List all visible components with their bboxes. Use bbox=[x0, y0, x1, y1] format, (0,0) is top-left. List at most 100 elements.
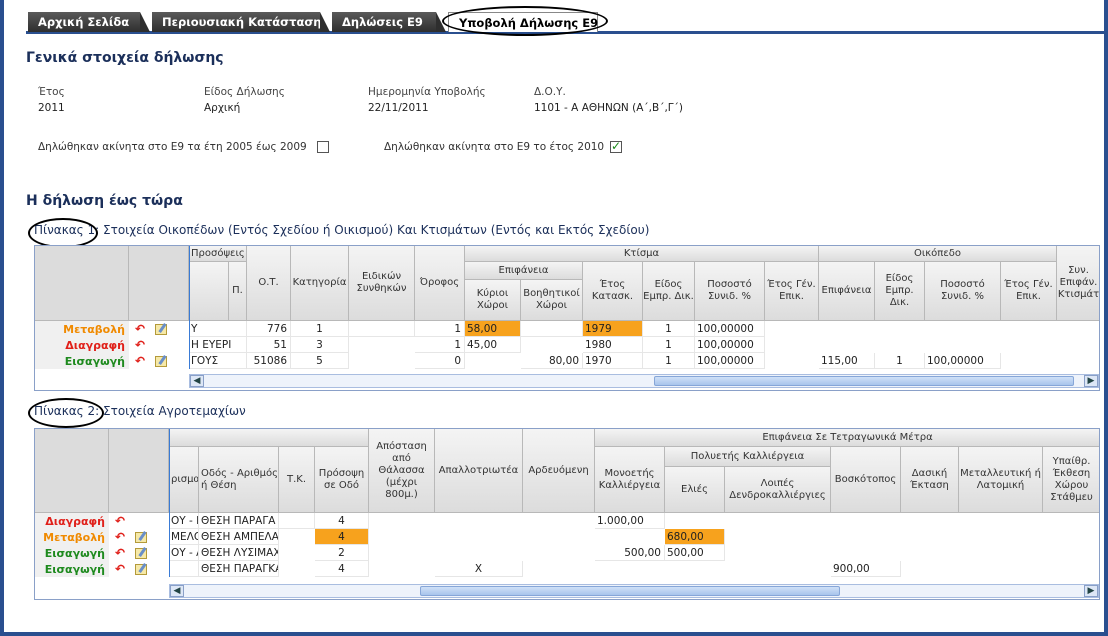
date-label: Ημερομηνία Υποβολής bbox=[368, 86, 486, 98]
t2-hdr-rism: ρισμα bbox=[169, 447, 199, 513]
t2-hdr-elies: Ελιές bbox=[665, 467, 725, 513]
t1-hdr-kirioi: Κύριοι Χώροι bbox=[465, 280, 521, 321]
edit-icon[interactable] bbox=[155, 323, 168, 335]
t2-r2-pros: 4 bbox=[315, 529, 369, 545]
t1-r2-pos: 100,00000 bbox=[695, 337, 765, 353]
t2-r4-odos: ΘΕΣΗ ΠΑΡΑΓΚΑ bbox=[199, 561, 279, 577]
tab-e9-declarations[interactable]: Δηλώσεις Ε9 bbox=[332, 12, 446, 32]
t2-hdr-voskot: Βοσκότοπος bbox=[831, 447, 901, 513]
t2-r1-odos: ΘΕΣΗ ΠΑΡΑΓΑ bbox=[199, 513, 279, 529]
t1-hdr-eidikon: Ειδικών Συνθηκών bbox=[349, 246, 415, 321]
undo-icon[interactable]: ↶ bbox=[135, 322, 145, 336]
undo-icon[interactable]: ↶ bbox=[115, 530, 125, 544]
t1-r2-eidos: 1 bbox=[643, 337, 695, 353]
t2-r1-tk bbox=[279, 513, 315, 529]
t1-r1-c1: Υ bbox=[189, 321, 247, 337]
t1-hdr-prosopseis-a bbox=[189, 262, 229, 321]
general-title: Γενικά στοιχεία δήλωσης bbox=[26, 50, 224, 66]
t1-hdr-voith: Βοηθητικοί Χώροι bbox=[521, 280, 583, 321]
t1-r2-kat: 3 bbox=[291, 337, 349, 353]
t2-hdr-metall: Μεταλλευτική ή Λατομική bbox=[959, 447, 1043, 513]
t1-hdr-oikopedo: Οικόπεδο bbox=[819, 246, 1057, 262]
scroll-right-icon[interactable]: ▶ bbox=[1084, 375, 1098, 387]
check-2005-2009[interactable] bbox=[317, 141, 329, 153]
t1-frozen-divider bbox=[189, 246, 190, 369]
t1-row3-action: Εισαγωγή bbox=[35, 353, 129, 369]
check-2010[interactable] bbox=[610, 139, 622, 153]
t2-r1-c1: ΟΥ - Κ. bbox=[169, 513, 199, 529]
scroll-left-icon[interactable]: ◀ bbox=[170, 585, 184, 597]
t2-r4-pros: 4 bbox=[315, 561, 369, 577]
undo-icon[interactable]: ↶ bbox=[135, 338, 145, 352]
t1-r1-pos: 100,00000 bbox=[695, 321, 765, 337]
t2-row1-action: Διαγραφή bbox=[35, 513, 109, 529]
t1-r2-c1: Η ΕΥΕΡΙ bbox=[189, 337, 247, 353]
sofar-title: Η δήλωση έως τώρα bbox=[26, 193, 183, 209]
t1-hdr-etos-kat: Έτος Κατασκ. bbox=[583, 262, 643, 321]
edit-icon[interactable] bbox=[135, 547, 148, 559]
t1-hdr-etos2: Έτος Γέν. Επικ. bbox=[1001, 262, 1057, 321]
t2-frozen-divider bbox=[169, 429, 170, 577]
edit-icon[interactable] bbox=[155, 355, 168, 367]
t1-r1-eid bbox=[349, 321, 415, 337]
t1-r1-etos: 1979 bbox=[583, 321, 643, 337]
t1-r2-ot: 51 bbox=[247, 337, 291, 353]
t2-hdr-odos: Οδός - Αριθμός ή Θέση bbox=[199, 447, 279, 513]
t1-hdr-pososto: Ποσοστό Συνιδ. % bbox=[695, 262, 765, 321]
t1-hdr-icons bbox=[129, 246, 189, 321]
t2-hdr-tk: Τ.Κ. bbox=[279, 447, 315, 513]
t1-r2-kirioi: 45,00 bbox=[465, 337, 521, 353]
t1-hscrollbar[interactable]: ◀ ▶ bbox=[189, 374, 1099, 388]
tab-home[interactable]: Αρχική Σελίδα bbox=[28, 12, 150, 32]
edit-icon[interactable] bbox=[135, 563, 148, 575]
undo-icon[interactable]: ↶ bbox=[115, 514, 125, 528]
doy-value: 1101 - Α ΑΘΗΝΩΝ (Α΄,Β΄,Γ΄) bbox=[534, 102, 683, 114]
t1-r1-orofos: 1 bbox=[415, 321, 465, 337]
t2-r3-c1: ΟΥ - Λ bbox=[169, 545, 199, 561]
scroll-left-icon[interactable]: ◀ bbox=[190, 375, 204, 387]
highlight-oval bbox=[442, 6, 608, 36]
t2-hdr-ardev: Αρδευόμενη bbox=[523, 429, 595, 513]
t2-hdr-dasiki: Δασική Έκταση bbox=[901, 447, 959, 513]
t2-r1-pros: 4 bbox=[315, 513, 369, 529]
t1-hdr-pos2: Ποσοστό Συνιδ. % bbox=[925, 262, 1001, 321]
undo-icon[interactable]: ↶ bbox=[135, 354, 145, 368]
year-value: 2011 bbox=[38, 102, 65, 114]
t2-hdr-icons bbox=[109, 429, 169, 513]
t1-r3-kat: 5 bbox=[291, 353, 349, 369]
t2-hdr-polyeteis: Πολυετής Καλλιέργεια bbox=[665, 447, 831, 467]
t2-hdr-prosopsi: Πρόσοψη σε Οδό bbox=[315, 447, 369, 513]
table2-grid: ρισμα Οδός - Αριθμός ή Θέση Τ.Κ. Πρόσοψη… bbox=[34, 428, 1100, 600]
t1-r1-ot: 776 bbox=[247, 321, 291, 337]
table1-caption: Πίνακας 1: Στοιχεία Οικοπέδων (Εντός Σχε… bbox=[34, 223, 650, 237]
t2-r4-apall: Χ bbox=[435, 561, 523, 577]
t1-r3-pos2: 100,00000 bbox=[925, 353, 1001, 369]
t2-r4-vosk: 900,00 bbox=[831, 561, 901, 577]
tab-property-status[interactable]: Περιουσιακή Κατάσταση bbox=[152, 12, 330, 32]
edit-icon[interactable] bbox=[135, 531, 148, 543]
t2-r2-c1: ΜΕΛΟΙ bbox=[169, 529, 199, 545]
undo-icon[interactable]: ↶ bbox=[115, 562, 125, 576]
t2-hdr-blank bbox=[169, 429, 369, 447]
table1-grid: Προσόψεις Π. Ο.Τ. Κατηγορία Ειδικών Συνθ… bbox=[34, 245, 1100, 391]
t2-row3-action: Εισαγωγή bbox=[35, 545, 109, 561]
undo-icon[interactable]: ↶ bbox=[115, 546, 125, 560]
t1-r1-kat: 1 bbox=[291, 321, 349, 337]
t2-scroll-thumb[interactable] bbox=[420, 586, 840, 596]
t2-r3-elies: 500,00 bbox=[665, 545, 725, 561]
scroll-right-icon[interactable]: ▶ bbox=[1084, 585, 1098, 597]
t2-hdr-monoeteis: Μονοετής Καλλιέργεια bbox=[595, 447, 665, 513]
t2-row4-action: Εισαγωγή bbox=[35, 561, 109, 577]
t2-hdr-apallotr: Απαλλοτριωτέα bbox=[435, 429, 523, 513]
year-label: Έτος bbox=[38, 86, 65, 98]
doy-label: Δ.Ο.Υ. bbox=[534, 86, 566, 98]
t1-scroll-thumb[interactable] bbox=[654, 376, 1074, 386]
t2-row2-icons: ↶ bbox=[109, 529, 148, 545]
t1-r3-voith: 80,00 bbox=[521, 353, 583, 369]
type-label: Είδος Δήλωσης bbox=[204, 86, 285, 98]
t2-r1-mono: 1.000,00 bbox=[595, 513, 665, 529]
date-value: 22/11/2011 bbox=[368, 102, 429, 114]
t1-r1-voith bbox=[521, 321, 583, 337]
t2-hscrollbar[interactable]: ◀ ▶ bbox=[169, 584, 1099, 598]
t1-hdr-kat: Κατηγορία bbox=[291, 246, 349, 321]
